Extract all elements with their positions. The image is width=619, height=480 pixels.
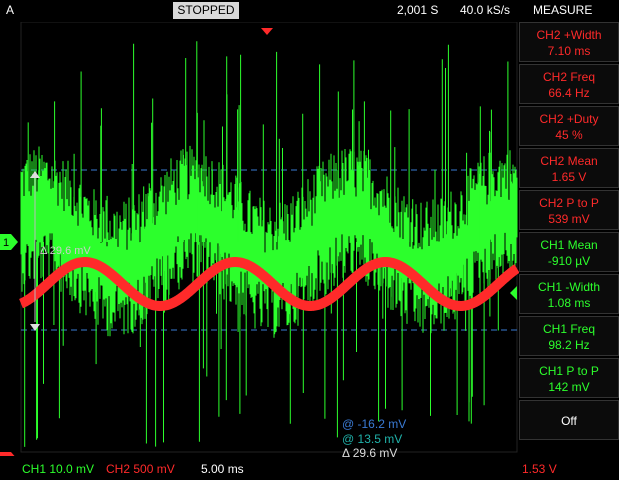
channel-letter: A [6, 3, 15, 17]
measure-ch1-mean[interactable]: CH1 Mean -910 µV [519, 232, 619, 272]
measure-ch2-ptp[interactable]: CH2 P to P 539 mV [519, 190, 619, 230]
measure-title: CH2 +Width [536, 28, 602, 42]
measure-title: Off [561, 414, 577, 428]
measure-value: 539 mV [548, 212, 590, 226]
measure-title: CH2 Freq [542, 70, 595, 84]
ch2-scale: CH2 500 mV [106, 462, 175, 476]
measure-off-button[interactable]: Off [519, 400, 619, 440]
measure-ch2-mean[interactable]: CH2 Mean 1.65 V [519, 148, 619, 188]
mode-title: MEASURE [533, 3, 593, 17]
cursor-b-readout: @ 13.5 mV [342, 432, 403, 446]
trigger-level-icon [510, 286, 517, 300]
bottom-status-bar: CH1 10.0 mV CH2 500 mV 5.00 ms 1.53 V [0, 458, 619, 480]
measure-title: CH2 P to P [539, 196, 599, 210]
measure-ch1-freq[interactable]: CH1 Freq 98.2 Hz [519, 316, 619, 356]
measure-title: CH2 +Duty [539, 112, 599, 126]
measure-value: 142 mV [548, 380, 590, 394]
measure-ch1-ptp[interactable]: CH1 P to P 142 mV [519, 358, 619, 398]
trigger-level: 1.53 V [522, 462, 557, 476]
sample-rate: 40.0 kS/s [460, 3, 511, 17]
ch1-marker-label: 1 [3, 237, 9, 249]
measure-value: 98.2 Hz [548, 338, 590, 352]
measurement-menu: CH2 +Width 7.10 ms CH2 Freq 66.4 Hz CH2 … [519, 22, 619, 452]
measure-value: 66.4 Hz [548, 86, 590, 100]
measure-ch1-neg-width[interactable]: CH1 -Width 1.08 ms [519, 274, 619, 314]
run-status-badge[interactable]: STOPPED [173, 2, 239, 19]
cursor-a-readout: @ -16.2 mV [342, 417, 407, 431]
measure-ch2-freq[interactable]: CH2 Freq 66.4 Hz [519, 64, 619, 104]
trigger-position-icon [261, 28, 273, 35]
delta-left-label: Δ 29.6 mV [40, 245, 91, 257]
timebase: 5.00 ms [201, 462, 244, 476]
measure-title: CH1 Mean [540, 238, 598, 252]
measure-value: 1.08 ms [547, 296, 591, 310]
measure-ch2-pos-width[interactable]: CH2 +Width 7.10 ms [519, 22, 619, 62]
measure-value: 1.65 V [551, 170, 587, 184]
oscilloscope-screen: A STOPPED 2,001 S 40.0 kS/s MEASURE 1 2 … [0, 0, 619, 480]
ch1-trace-group [20, 41, 518, 447]
measure-title: CH1 Freq [542, 322, 595, 336]
waveform-plot: 1 2 Δ 29.6 mV [0, 22, 519, 456]
measure-title: CH1 P to P [539, 364, 599, 378]
measure-value: -910 µV [547, 254, 591, 268]
ch1-scale: CH1 10.0 mV [22, 462, 95, 476]
measure-ch2-duty[interactable]: CH2 +Duty 45 % [519, 106, 619, 146]
measure-value: 7.10 ms [547, 44, 591, 58]
measure-title: CH1 -Width [537, 280, 600, 294]
measure-value: 45 % [555, 128, 583, 142]
measure-title: CH2 Mean [540, 154, 598, 168]
record-points: 2,001 S [397, 3, 439, 17]
top-status-bar: A STOPPED 2,001 S 40.0 kS/s MEASURE [0, 0, 619, 22]
ch2-marker-label: 2 [3, 455, 9, 456]
